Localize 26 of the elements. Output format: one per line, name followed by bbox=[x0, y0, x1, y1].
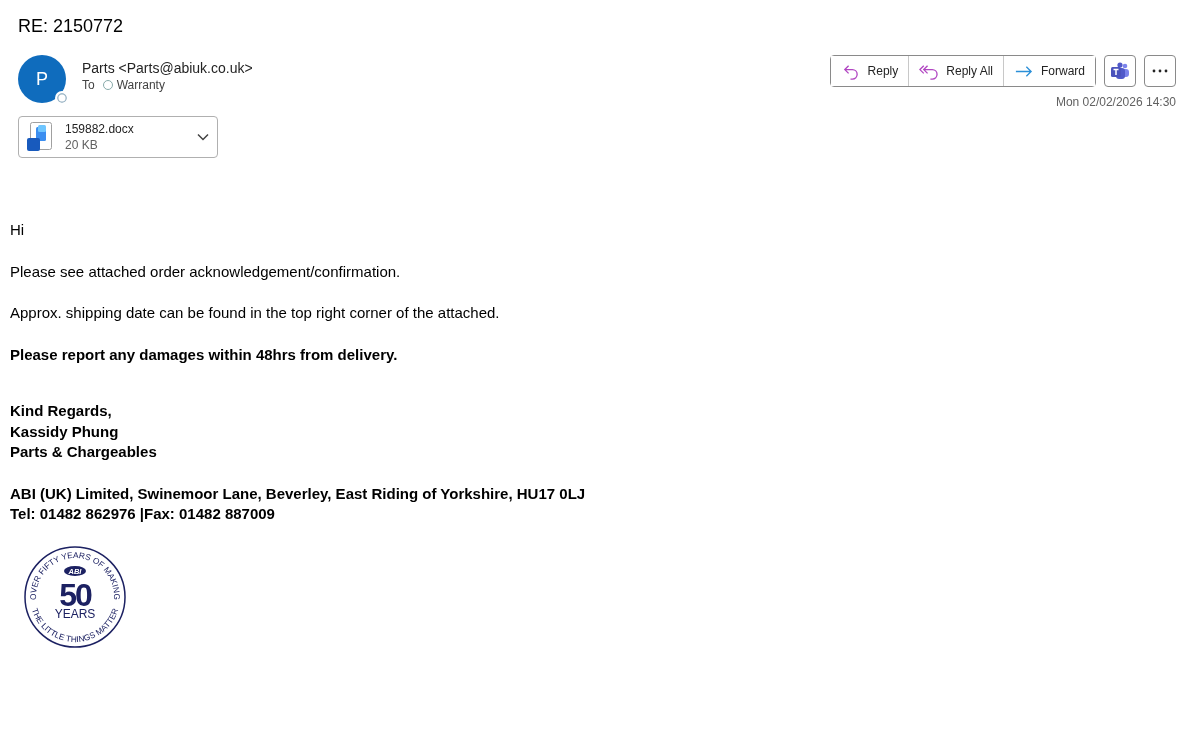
word-document-icon bbox=[27, 122, 53, 152]
teams-button[interactable] bbox=[1104, 55, 1136, 87]
recipient-name[interactable]: Warranty bbox=[116, 77, 165, 93]
body-text: Approx. shipping date can be found in the top right corner of the attached. bbox=[10, 303, 501, 323]
sender-name: Parts <Parts@abiuk.co.uk> bbox=[82, 59, 253, 77]
body-text: Hi bbox=[10, 220, 26, 240]
file-size: 20 KB bbox=[65, 137, 99, 153]
email-subject: RE: 2150772 bbox=[18, 15, 125, 38]
sender-avatar: P bbox=[18, 55, 66, 103]
body-text: Kind Regards, bbox=[10, 401, 113, 421]
body-text: Please see attached order acknowledgement/confirmation. bbox=[10, 261, 402, 282]
more-icon bbox=[1152, 69, 1168, 73]
reply-button[interactable]: Reply bbox=[830, 56, 910, 86]
body-text: Parts & Chargeables bbox=[10, 442, 158, 462]
file-name: 159882.docx bbox=[65, 121, 135, 137]
body-text: Tel: 01482 862976 |Fax: 01482 887009 bbox=[10, 504, 276, 524]
people-icon bbox=[1110, 61, 1130, 81]
to-label: To bbox=[82, 77, 95, 93]
body-text: Kassidy Phung bbox=[10, 421, 120, 442]
more-button[interactable] bbox=[1144, 55, 1176, 87]
presence-icon bbox=[55, 91, 69, 105]
attachment-card[interactable]: 159882.docx 20 KB bbox=[18, 116, 218, 158]
sent-date: Mon 02/02/2026 14:30 bbox=[1054, 94, 1176, 111]
body-text: ABI (UK) Limited, Swinemoor Lane, Beverley, East Riding of Yorkshire, HU17 0LJ bbox=[10, 483, 587, 504]
chevron-down-icon[interactable] bbox=[197, 133, 209, 141]
body-text: Please report any damages within 48hrs from delivery. bbox=[10, 344, 399, 365]
